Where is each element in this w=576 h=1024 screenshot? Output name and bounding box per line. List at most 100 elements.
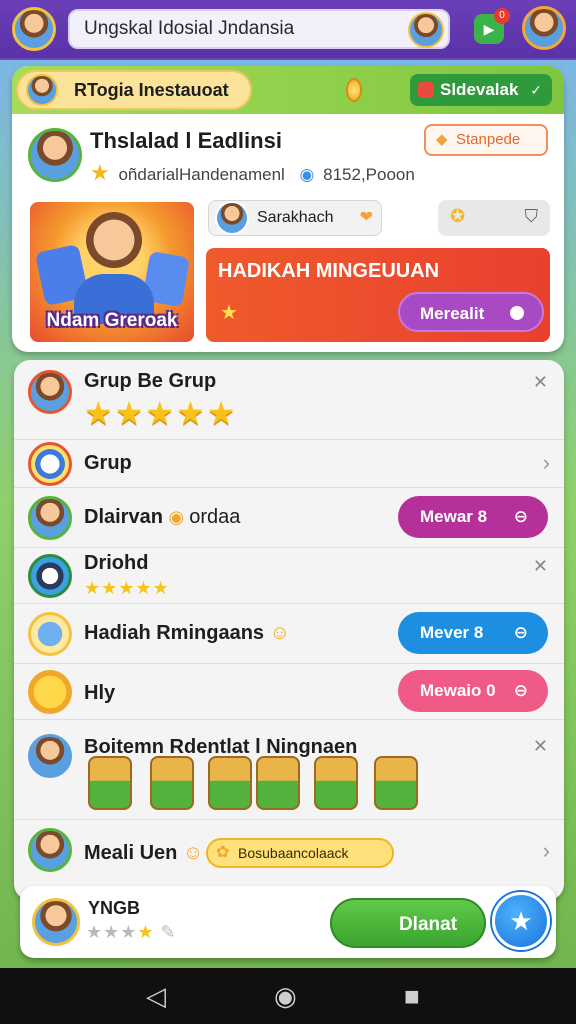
group-title: RTogia Inestauoat <box>74 80 229 100</box>
profile-subtitle: oñdarialHandenamenl <box>118 165 285 184</box>
reward-badge[interactable]: ✿ Bosubaancolaack <box>206 838 394 868</box>
chest-icon[interactable] <box>150 756 194 810</box>
list-item-title: Grup Be Grup <box>84 370 217 392</box>
bottom-player-bar: YNGB ★★★★ ✎ Dlanat ★ <box>20 886 556 958</box>
group-title-pill[interactable]: RTogia Inestauoat <box>16 70 252 110</box>
coin-icon <box>346 78 362 102</box>
chest-icon[interactable] <box>374 756 418 810</box>
list-item-title: Hly <box>84 682 116 704</box>
badge-icon[interactable]: ✪ <box>450 206 465 227</box>
list-item[interactable]: Boitemn Rdentlat l Ningnaen ✕ <box>14 720 564 820</box>
friend-chip[interactable]: Sarakhach ❤ <box>208 200 382 236</box>
star-icon: ★ <box>220 302 238 324</box>
profile-avatar[interactable] <box>28 128 82 182</box>
search-input[interactable]: Ungskal Idosial Jndansia <box>68 9 450 49</box>
chat-button[interactable]: ▶ 0 <box>474 8 510 44</box>
status-label: Stanpede <box>456 131 521 148</box>
player-name: YNGB <box>88 898 141 918</box>
search-avatar-icon <box>408 12 444 48</box>
top-bar: Ungskal Idosial Jndansia ▶ 0 <box>0 0 576 58</box>
promo-character-head <box>86 212 142 282</box>
reward-button-label: Merealit <box>420 304 485 323</box>
chest-icon[interactable] <box>256 756 300 810</box>
view-button[interactable]: Mewaio 0 ⊖ <box>398 670 548 712</box>
header-card: RTogia Inestauoat Sldevalak ✓ Thslalad l… <box>12 66 564 352</box>
list-item-title: Meali Uen ☺ <box>84 842 203 865</box>
list-item[interactable]: Driohd ★★★★★ ✕ <box>14 548 564 604</box>
chest-icon[interactable] <box>88 756 132 810</box>
chest-icon[interactable] <box>208 756 252 810</box>
friend-avatar <box>28 828 72 872</box>
rating-stars: ★★★★★ <box>84 578 170 598</box>
list-item[interactable]: Hadiah Rmingaans ☺ Mever 8 ⊖ <box>14 604 564 664</box>
home-icon[interactable]: ◉ <box>274 980 297 1012</box>
rating-stars: ★★★★★ <box>84 395 238 431</box>
rating-stars: ★★★ <box>86 922 138 942</box>
close-icon[interactable]: ✕ <box>533 736 548 757</box>
list-item-name: Dlairvan <box>84 506 163 528</box>
friend-name: Sarakhach <box>257 209 334 226</box>
chevron-down-icon: ✓ <box>530 82 542 98</box>
diamond-icon: ◆ <box>436 131 448 148</box>
profile-points: 8152,Pooon <box>323 165 415 184</box>
group-icon <box>28 442 72 486</box>
chevron-right-icon[interactable]: › <box>543 838 550 864</box>
list-item[interactable]: Meali Uen ☺ ✿ Bosubaancolaack › <box>14 820 564 880</box>
status-button[interactable]: ◆ Stanpede <box>424 124 548 156</box>
profile-name: Thslalad l Eadlinsi <box>90 128 282 153</box>
list-item[interactable]: Hly Mewaio 0 ⊖ <box>14 664 564 720</box>
user-avatar[interactable] <box>12 7 56 51</box>
arrow-circle-icon: ⊖ <box>513 507 528 526</box>
filter-dropdown[interactable]: Sldevalak ✓ <box>410 74 552 106</box>
favorite-star-button[interactable]: ★ <box>492 892 550 950</box>
star-icon: ★ <box>90 160 110 185</box>
weekly-reward-box: HADIKAH MINGEUUAN ★ Merealit <box>206 248 550 342</box>
arrow-circle-icon: ⊖ <box>513 623 528 642</box>
gem-icon: ◉ <box>299 165 315 184</box>
quick-actions: ✪ ⛉ <box>438 200 550 236</box>
player-avatar[interactable] <box>32 898 80 946</box>
recents-icon[interactable]: ■ <box>404 980 420 1012</box>
list-item[interactable]: Grup Be Grup ★★★★★ ✕ <box>14 360 564 440</box>
reward-claim-button[interactable]: Merealit <box>398 292 544 332</box>
close-icon[interactable]: ✕ <box>533 556 548 577</box>
arrow-circle-icon: ⊖ <box>513 681 528 700</box>
view-button[interactable]: Mewar 8 ⊖ <box>398 496 548 538</box>
profile-avatar-button[interactable] <box>522 6 566 50</box>
dot-icon <box>510 306 524 320</box>
activity-list: Grup Be Grup ★★★★★ ✕ Grup › Dlairvan ◉ o… <box>14 360 564 900</box>
list-item[interactable]: Grup › <box>14 440 564 488</box>
player-rating: ★★★★ ✎ <box>86 922 177 943</box>
list-item-title: Grup <box>84 452 132 474</box>
list-item[interactable]: Dlairvan ◉ ordaa Mewar 8 ⊖ <box>14 488 564 548</box>
list-item-name: Hadiah Rmingaans <box>84 622 265 644</box>
chest-icon[interactable] <box>314 756 358 810</box>
coin-icon: ◉ <box>168 507 190 527</box>
view-button-label: Mewaio 0 <box>420 681 496 700</box>
list-item-name: Meali Uen <box>84 842 178 864</box>
star-icon: ★ <box>137 922 155 942</box>
gift-icon <box>28 612 72 656</box>
chevron-right-icon[interactable]: › <box>543 450 550 476</box>
friend-avatar <box>215 201 249 235</box>
list-item-title: Hadiah Rmingaans ☺ <box>84 622 290 645</box>
group-avatar <box>28 370 72 414</box>
pencil-icon[interactable]: ✎ <box>155 922 177 942</box>
flag-icon <box>418 82 434 98</box>
chat-icon: ▶ <box>483 21 495 37</box>
search-text: Ungskal Idosial Jndansia <box>84 18 295 39</box>
coin-icon <box>28 670 72 714</box>
view-button[interactable]: Mever 8 ⊖ <box>398 612 548 654</box>
smile-icon: ☺ <box>182 842 204 864</box>
promo-label: Ndam Greroak <box>46 310 178 331</box>
start-button[interactable]: Dlanat <box>330 898 486 948</box>
promo-banner[interactable]: Ndam Greroak <box>30 202 194 342</box>
shield-icon[interactable]: ⛉ <box>525 206 539 227</box>
back-icon[interactable]: ◁ <box>146 980 166 1012</box>
list-item-title: Dlairvan ◉ ordaa <box>84 506 240 529</box>
close-icon[interactable]: ✕ <box>533 372 548 393</box>
list-item-title: Driohd <box>84 552 149 574</box>
friend-avatar <box>28 496 72 540</box>
friend-avatar <box>28 554 72 598</box>
profile-subline: ★ oñdarialHandenamenl ◉ 8152,Pooon <box>90 160 415 186</box>
